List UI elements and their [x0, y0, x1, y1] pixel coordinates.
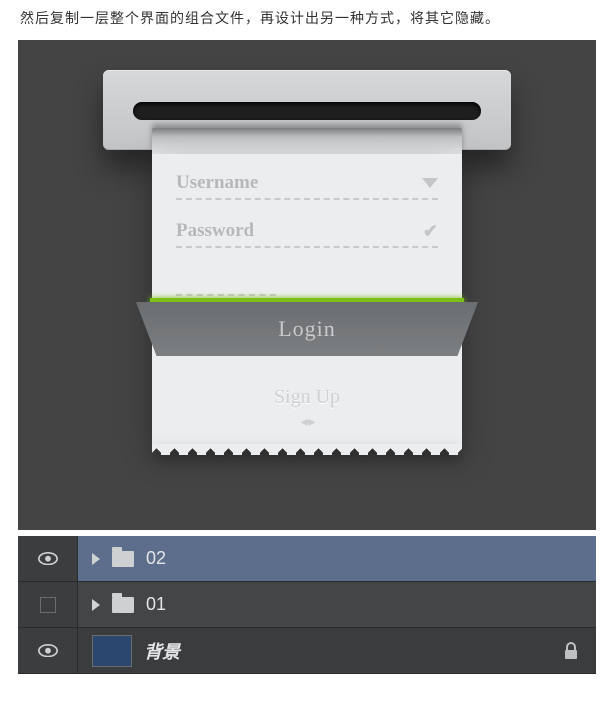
layer-name: 背景: [144, 638, 180, 664]
folder-icon: [112, 597, 134, 613]
login-button-label: Login: [136, 302, 478, 356]
eye-icon: [38, 552, 58, 565]
expand-icon[interactable]: [92, 553, 100, 565]
visibility-off-icon: [40, 597, 56, 613]
username-field[interactable]: Username: [176, 172, 438, 200]
expand-icon[interactable]: [92, 599, 100, 611]
username-label: Username: [176, 172, 258, 194]
design-canvas: Username Password ✔ Login Sign Up ◂▪▸: [18, 40, 596, 530]
layer-name: 01: [146, 594, 166, 615]
layer-row-02[interactable]: 02: [18, 536, 596, 582]
login-button[interactable]: Login: [136, 302, 478, 362]
layer-name: 02: [146, 548, 166, 569]
lock-indicator: [546, 628, 596, 673]
login-paper: Username Password ✔ Login Sign Up ◂▪▸: [152, 128, 462, 456]
layers-panel: 02 01 背景: [18, 536, 596, 674]
paper-body: Username Password ✔ Login Sign Up ◂▪▸: [152, 154, 462, 444]
password-label: Password: [176, 220, 254, 242]
paper-torn-edge: [152, 444, 462, 456]
visibility-toggle[interactable]: [18, 536, 78, 581]
folder-icon: [112, 551, 134, 567]
layer-row-01[interactable]: 01: [18, 582, 596, 628]
chevron-down-icon: [422, 178, 438, 188]
layer-thumbnail: [92, 635, 132, 667]
paper-curl: [152, 128, 462, 154]
visibility-toggle[interactable]: [18, 582, 78, 627]
small-input[interactable]: [176, 268, 276, 296]
check-icon: ✔: [423, 221, 438, 242]
layer-row-bg[interactable]: 背景: [18, 628, 596, 674]
instruction-text: 然后复制一层整个界面的组合文件，再设计出另一种方式，将其它隐藏。: [0, 0, 614, 40]
signup-link[interactable]: Sign Up: [176, 386, 438, 409]
password-field[interactable]: Password ✔: [176, 220, 438, 248]
receipt-slot: [133, 102, 481, 120]
eye-icon: [38, 644, 58, 657]
lock-icon: [563, 642, 579, 660]
down-arrows-icon: ◂▪▸: [176, 413, 438, 444]
visibility-toggle[interactable]: [18, 628, 78, 673]
